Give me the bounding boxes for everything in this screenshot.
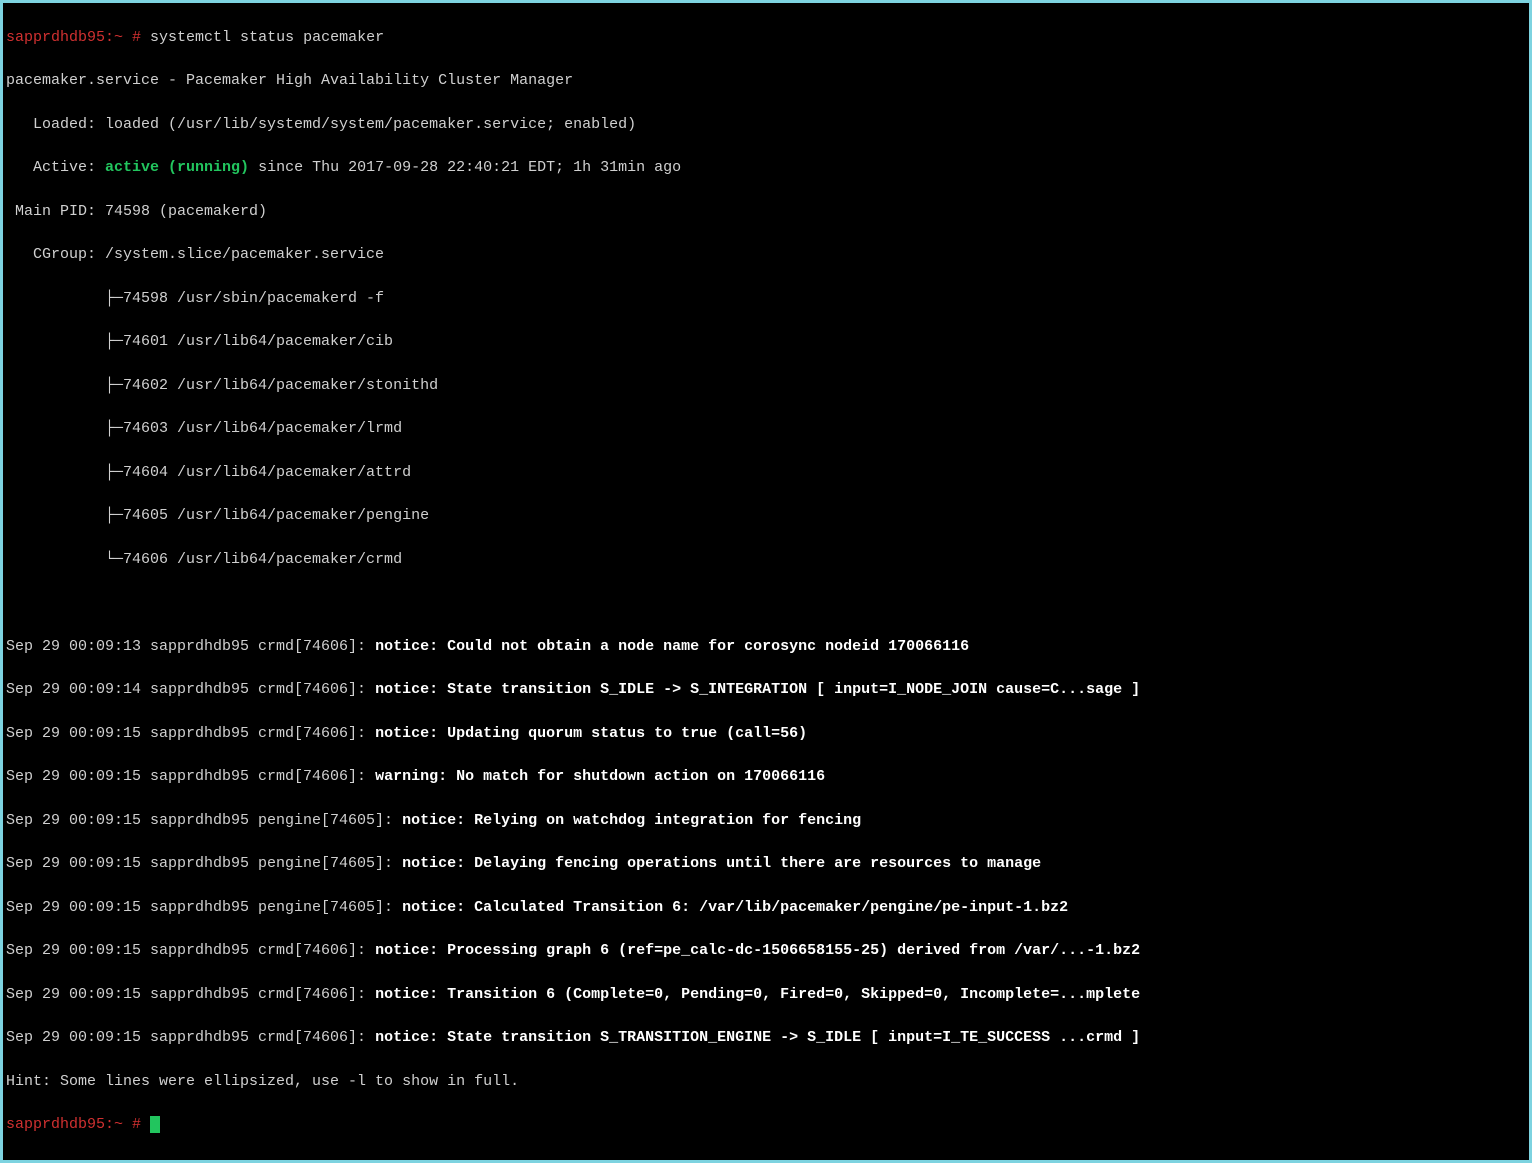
log-line: Sep 29 00:09:15 sapprdhdb95 crmd[74606]:… bbox=[6, 940, 1526, 962]
prompt-hash: # bbox=[132, 1116, 150, 1133]
prompt-hash: # bbox=[132, 29, 150, 46]
prompt-line-2: sapprdhdb95:~ # bbox=[6, 1114, 1526, 1136]
blank-line bbox=[6, 592, 1526, 614]
log-prefix: Sep 29 00:09:15 sapprdhdb95 crmd[74606]: bbox=[6, 725, 375, 742]
hint-line: Hint: Some lines were ellipsized, use -l… bbox=[6, 1071, 1526, 1093]
log-prefix: Sep 29 00:09:15 sapprdhdb95 crmd[74606]: bbox=[6, 768, 375, 785]
cgroup-label: CGroup: /system.slice/pacemaker.service bbox=[6, 244, 1526, 266]
log-line: Sep 29 00:09:15 sapprdhdb95 pengine[7460… bbox=[6, 897, 1526, 919]
log-line: Sep 29 00:09:13 sapprdhdb95 crmd[74606]:… bbox=[6, 636, 1526, 658]
log-message: notice: State transition S_IDLE -> S_INT… bbox=[375, 681, 1140, 698]
log-message: notice: Could not obtain a node name for… bbox=[375, 638, 969, 655]
log-prefix: Sep 29 00:09:14 sapprdhdb95 crmd[74606]: bbox=[6, 681, 375, 698]
log-message: warning: No match for shutdown action on… bbox=[375, 768, 825, 785]
terminal-window[interactable]: sapprdhdb95:~ # systemctl status pacemak… bbox=[3, 3, 1529, 1160]
log-prefix: Sep 29 00:09:13 sapprdhdb95 crmd[74606]: bbox=[6, 638, 375, 655]
log-prefix: Sep 29 00:09:15 sapprdhdb95 pengine[7460… bbox=[6, 812, 402, 829]
cgroup-tree-item: └─74606 /usr/lib64/pacemaker/crmd bbox=[6, 549, 1526, 571]
service-active-line: Active: active (running) since Thu 2017-… bbox=[6, 157, 1526, 179]
log-message: notice: State transition S_TRANSITION_EN… bbox=[375, 1029, 1140, 1046]
log-prefix: Sep 29 00:09:15 sapprdhdb95 crmd[74606]: bbox=[6, 986, 375, 1003]
active-since: since Thu 2017-09-28 22:40:21 EDT; 1h 31… bbox=[249, 159, 681, 176]
log-message: notice: Transition 6 (Complete=0, Pendin… bbox=[375, 986, 1140, 1003]
log-line: Sep 29 00:09:15 sapprdhdb95 crmd[74606]:… bbox=[6, 723, 1526, 745]
prompt-line-1: sapprdhdb95:~ # systemctl status pacemak… bbox=[6, 27, 1526, 49]
log-prefix: Sep 29 00:09:15 sapprdhdb95 crmd[74606]: bbox=[6, 942, 375, 959]
active-label: Active: bbox=[6, 159, 105, 176]
log-message: notice: Updating quorum status to true (… bbox=[375, 725, 807, 742]
log-message: notice: Relying on watchdog integration … bbox=[402, 812, 861, 829]
service-header: pacemaker.service - Pacemaker High Avail… bbox=[6, 70, 1526, 92]
cgroup-tree-item: ├─74602 /usr/lib64/pacemaker/stonithd bbox=[6, 375, 1526, 397]
cgroup-tree-item: ├─74605 /usr/lib64/pacemaker/pengine bbox=[6, 505, 1526, 527]
prompt-hostname: sapprdhdb95:~ bbox=[6, 29, 132, 46]
cgroup-tree-item: ├─74601 /usr/lib64/pacemaker/cib bbox=[6, 331, 1526, 353]
cgroup-tree-item: ├─74603 /usr/lib64/pacemaker/lrmd bbox=[6, 418, 1526, 440]
log-line: Sep 29 00:09:15 sapprdhdb95 crmd[74606]:… bbox=[6, 984, 1526, 1006]
cgroup-tree-item: ├─74598 /usr/sbin/pacemakerd -f bbox=[6, 288, 1526, 310]
cgroup-tree-item: ├─74604 /usr/lib64/pacemaker/attrd bbox=[6, 462, 1526, 484]
log-line: Sep 29 00:09:15 sapprdhdb95 pengine[7460… bbox=[6, 853, 1526, 875]
log-message: notice: Processing graph 6 (ref=pe_calc-… bbox=[375, 942, 1140, 959]
service-loaded: Loaded: loaded (/usr/lib/systemd/system/… bbox=[6, 114, 1526, 136]
log-prefix: Sep 29 00:09:15 sapprdhdb95 pengine[7460… bbox=[6, 899, 402, 916]
log-message: notice: Delaying fencing operations unti… bbox=[402, 855, 1041, 872]
log-prefix: Sep 29 00:09:15 sapprdhdb95 pengine[7460… bbox=[6, 855, 402, 872]
log-line: Sep 29 00:09:14 sapprdhdb95 crmd[74606]:… bbox=[6, 679, 1526, 701]
log-line: Sep 29 00:09:15 sapprdhdb95 crmd[74606]:… bbox=[6, 766, 1526, 788]
log-line: Sep 29 00:09:15 sapprdhdb95 pengine[7460… bbox=[6, 810, 1526, 832]
prompt-hostname: sapprdhdb95:~ bbox=[6, 1116, 132, 1133]
log-message: notice: Calculated Transition 6: /var/li… bbox=[402, 899, 1068, 916]
cursor-icon bbox=[150, 1116, 160, 1133]
main-pid: Main PID: 74598 (pacemakerd) bbox=[6, 201, 1526, 223]
log-line: Sep 29 00:09:15 sapprdhdb95 crmd[74606]:… bbox=[6, 1027, 1526, 1049]
command-text: systemctl status pacemaker bbox=[150, 29, 384, 46]
active-status: active (running) bbox=[105, 159, 249, 176]
log-prefix: Sep 29 00:09:15 sapprdhdb95 crmd[74606]: bbox=[6, 1029, 375, 1046]
